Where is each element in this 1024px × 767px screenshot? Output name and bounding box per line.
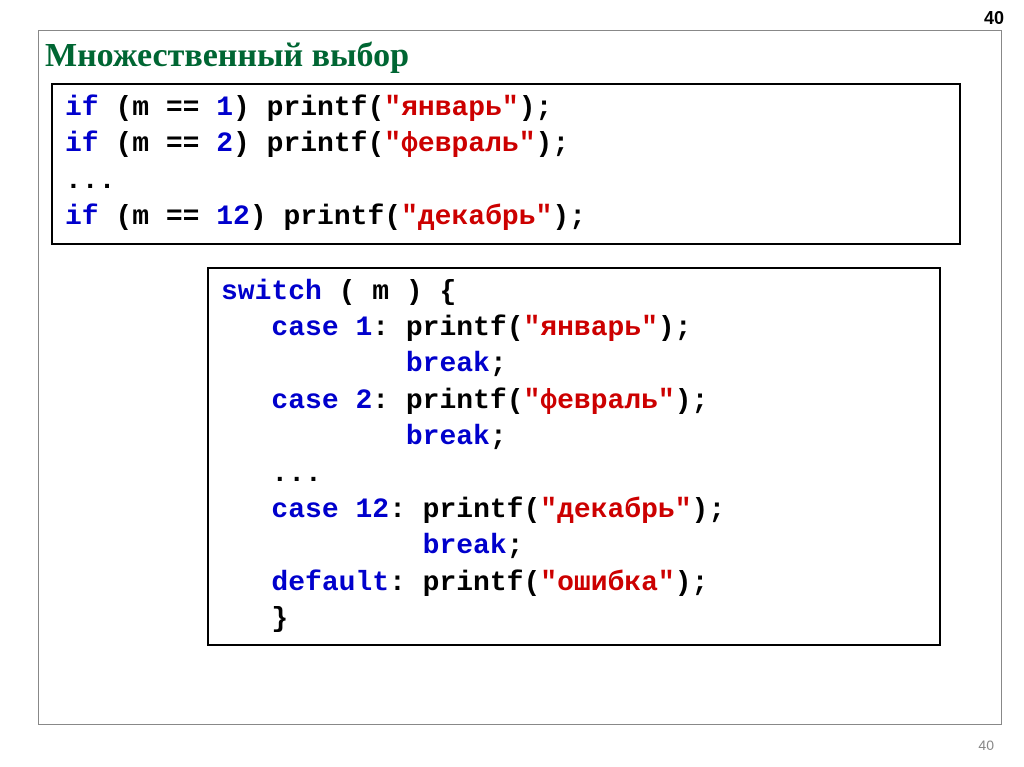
code-token: ); bbox=[536, 129, 570, 160]
code-token: : printf( bbox=[389, 568, 540, 599]
code-token: case bbox=[271, 386, 338, 417]
code-token: ; bbox=[490, 349, 507, 380]
code-token: (m == bbox=[99, 129, 217, 160]
code-token: switch bbox=[221, 277, 322, 308]
code-block-switch: switch ( m ) { case 1: printf("январь");… bbox=[207, 267, 941, 647]
code-token: ; bbox=[490, 422, 507, 453]
code-token: "ошибка" bbox=[540, 568, 674, 599]
code-token: 12 bbox=[355, 495, 389, 526]
code-token: 12 bbox=[216, 202, 250, 233]
code-token: ); bbox=[658, 313, 692, 344]
code-token: } bbox=[221, 604, 288, 635]
page-number-top: 40 bbox=[984, 8, 1004, 29]
code-token: "январь" bbox=[384, 93, 518, 124]
code-token: break bbox=[406, 422, 490, 453]
code-token: : printf( bbox=[372, 386, 523, 417]
code-token: "февраль" bbox=[384, 129, 535, 160]
code-token: "февраль" bbox=[524, 386, 675, 417]
code-token: if bbox=[65, 93, 99, 124]
slide-title: Множественный выбор bbox=[45, 37, 1001, 75]
code-token: ( m ) { bbox=[322, 277, 456, 308]
code-token: ; bbox=[507, 531, 524, 562]
code-token: ); bbox=[675, 386, 725, 417]
code-token: (m == bbox=[99, 93, 217, 124]
code-token: "декабрь" bbox=[401, 202, 552, 233]
code-token: ); bbox=[519, 93, 553, 124]
code-token: ... bbox=[221, 459, 322, 490]
code-token: 2 bbox=[216, 129, 233, 160]
code-token bbox=[221, 313, 271, 344]
slide-frame: Множественный выбор if (m == 1) printf("… bbox=[38, 30, 1002, 725]
code-token: ); bbox=[675, 568, 709, 599]
code-token: if bbox=[65, 202, 99, 233]
code-token bbox=[221, 531, 423, 562]
code-token bbox=[221, 422, 406, 453]
code-token: case bbox=[271, 313, 338, 344]
code-token: "январь" bbox=[524, 313, 658, 344]
code-token: ... bbox=[65, 166, 115, 197]
code-token: if bbox=[65, 129, 99, 160]
code-token bbox=[339, 313, 356, 344]
code-token: default bbox=[271, 568, 389, 599]
code-token: 2 bbox=[355, 386, 372, 417]
code-token: : printf( bbox=[372, 313, 523, 344]
code-token: break bbox=[423, 531, 507, 562]
code-token bbox=[221, 568, 271, 599]
code-token: : printf( bbox=[389, 495, 540, 526]
code-token bbox=[339, 386, 356, 417]
code-token: ) printf( bbox=[250, 202, 401, 233]
code-token: ) printf( bbox=[233, 129, 384, 160]
code-token bbox=[221, 349, 406, 380]
code-token: ) printf( bbox=[233, 93, 384, 124]
code-token: break bbox=[406, 349, 490, 380]
code-token bbox=[339, 495, 356, 526]
code-block-if: if (m == 1) printf("январь"); if (m == 2… bbox=[51, 83, 961, 245]
code-token bbox=[221, 495, 271, 526]
page-number-bottom: 40 bbox=[978, 737, 994, 753]
code-token: "декабрь" bbox=[540, 495, 691, 526]
code-token: ); bbox=[552, 202, 586, 233]
code-token: ); bbox=[692, 495, 726, 526]
code-token: case bbox=[271, 495, 338, 526]
code-token: (m == bbox=[99, 202, 217, 233]
code-token: 1 bbox=[355, 313, 372, 344]
code-token: 1 bbox=[216, 93, 233, 124]
code-token bbox=[221, 386, 271, 417]
